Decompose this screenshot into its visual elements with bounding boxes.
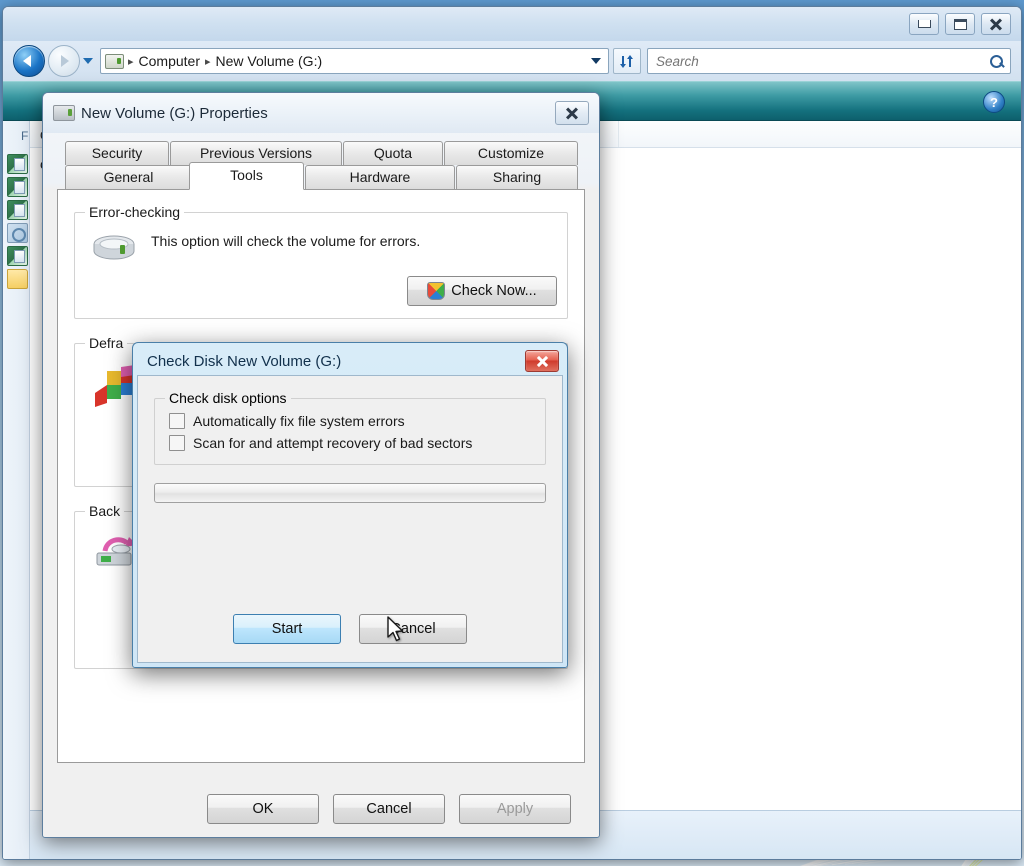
sidebar-item-network-icon[interactable] — [7, 223, 28, 243]
check-disk-dialog: Check Disk New Volume (G:) Check disk op… — [132, 342, 568, 668]
properties-tabstrip: Security Previous Versions Quota Customi… — [57, 141, 585, 190]
minimize-icon — [917, 20, 931, 28]
drive-icon — [53, 105, 75, 121]
progress-bar — [154, 483, 546, 503]
apply-button: Apply — [459, 794, 571, 824]
tab-general[interactable]: General — [65, 165, 192, 189]
breadcrumb-computer[interactable]: Computer — [135, 53, 204, 69]
properties-footer: OK Cancel Apply — [43, 781, 599, 837]
column-header-blank[interactable] — [619, 121, 1021, 147]
properties-titlebar: New Volume (G:) Properties — [43, 93, 599, 133]
error-checking-description: This option will check the volume for er… — [151, 233, 421, 249]
help-icon[interactable]: ? — [983, 91, 1005, 113]
mouse-cursor — [387, 616, 404, 642]
chevron-down-icon — [83, 58, 93, 64]
cancel-button[interactable]: Cancel — [359, 614, 467, 644]
navigation-pane: F — [3, 121, 30, 859]
properties-close-button[interactable] — [555, 101, 589, 125]
shield-icon — [427, 282, 446, 300]
tab-quota[interactable]: Quota — [343, 141, 443, 165]
address-dropdown-button[interactable] — [588, 58, 604, 64]
search-box[interactable] — [647, 48, 1011, 74]
start-button[interactable]: Start — [233, 614, 341, 644]
sidebar-item-folder-icon[interactable] — [7, 269, 28, 289]
cancel-button[interactable]: Cancel — [333, 794, 445, 824]
explorer-titlebar — [3, 7, 1021, 41]
close-icon — [566, 108, 578, 119]
breadcrumb-separator: ▸ — [128, 55, 134, 68]
close-button[interactable] — [981, 13, 1011, 35]
tab-sharing[interactable]: Sharing — [456, 165, 578, 189]
check-disk-close-button[interactable] — [525, 350, 559, 372]
forward-button[interactable] — [48, 45, 80, 77]
minimize-button[interactable] — [909, 13, 939, 35]
option-scan-bad-sectors-checkbox[interactable] — [169, 435, 185, 451]
sidebar-item-library-icon[interactable] — [7, 246, 28, 266]
check-now-label: Check Now... — [451, 283, 537, 299]
sidebar-item-library-icon[interactable] — [7, 200, 28, 220]
check-now-button[interactable]: Check Now... — [407, 276, 557, 306]
search-icon — [989, 54, 1004, 69]
close-icon — [990, 19, 1002, 30]
tab-hardware[interactable]: Hardware — [305, 165, 455, 189]
check-disk-footer: Start Cancel — [138, 614, 562, 644]
option-fix-errors-checkbox[interactable] — [169, 413, 185, 429]
check-disk-options-group: Check disk options Automatically fix fil… — [154, 390, 546, 465]
sidebar-header-favorites: F — [21, 129, 29, 143]
backup-legend: Back — [89, 503, 121, 519]
error-checking-legend: Error-checking — [89, 204, 181, 220]
check-disk-titlebar: Check Disk New Volume (G:) — [137, 347, 563, 375]
breadcrumb-separator: ▸ — [205, 55, 211, 68]
defragmentation-legend: Defra — [89, 335, 124, 351]
option-fix-errors-row[interactable]: Automatically fix file system errors — [165, 410, 535, 432]
back-button[interactable] — [13, 45, 45, 77]
option-scan-bad-sectors-row[interactable]: Scan for and attempt recovery of bad sec… — [165, 432, 535, 454]
close-icon — [537, 356, 548, 366]
error-checking-group: Error-checking This option will check th… — [74, 204, 568, 319]
check-disk-options-legend: Check disk options — [169, 390, 287, 406]
search-input[interactable] — [654, 52, 989, 70]
breadcrumb-new-volume[interactable]: New Volume (G:) — [212, 53, 327, 69]
sidebar-item-library-icon[interactable] — [7, 177, 28, 197]
check-disk-body: Check disk options Automatically fix fil… — [137, 375, 563, 663]
restore-button[interactable] — [945, 13, 975, 35]
tab-security[interactable]: Security — [65, 141, 169, 165]
window-controls — [909, 13, 1011, 35]
address-bar[interactable]: ▸ Computer ▸ New Volume (G:) — [100, 48, 609, 74]
properties-title: New Volume (G:) Properties — [81, 104, 268, 122]
tab-customize[interactable]: Customize — [444, 141, 578, 165]
hard-drive-icon — [93, 235, 135, 260]
navigation-bar: ▸ Computer ▸ New Volume (G:) — [3, 41, 1021, 81]
option-scan-bad-sectors-label: Scan for and attempt recovery of bad sec… — [193, 435, 473, 451]
option-fix-errors-label: Automatically fix file system errors — [193, 413, 405, 429]
restore-icon — [953, 18, 967, 30]
drive-icon — [105, 53, 124, 69]
check-disk-title: Check Disk New Volume (G:) — [147, 352, 342, 370]
ok-button[interactable]: OK — [207, 794, 319, 824]
history-dropdown-button[interactable] — [80, 46, 96, 76]
sidebar-item-library-icon[interactable] — [7, 154, 28, 174]
tab-tools[interactable]: Tools — [189, 162, 304, 190]
refresh-icon — [619, 54, 633, 68]
refresh-button[interactable] — [613, 48, 641, 74]
chevron-down-icon — [591, 58, 601, 64]
screen: ▸ Computer ▸ New Volume (G:) ? — [0, 0, 1024, 866]
